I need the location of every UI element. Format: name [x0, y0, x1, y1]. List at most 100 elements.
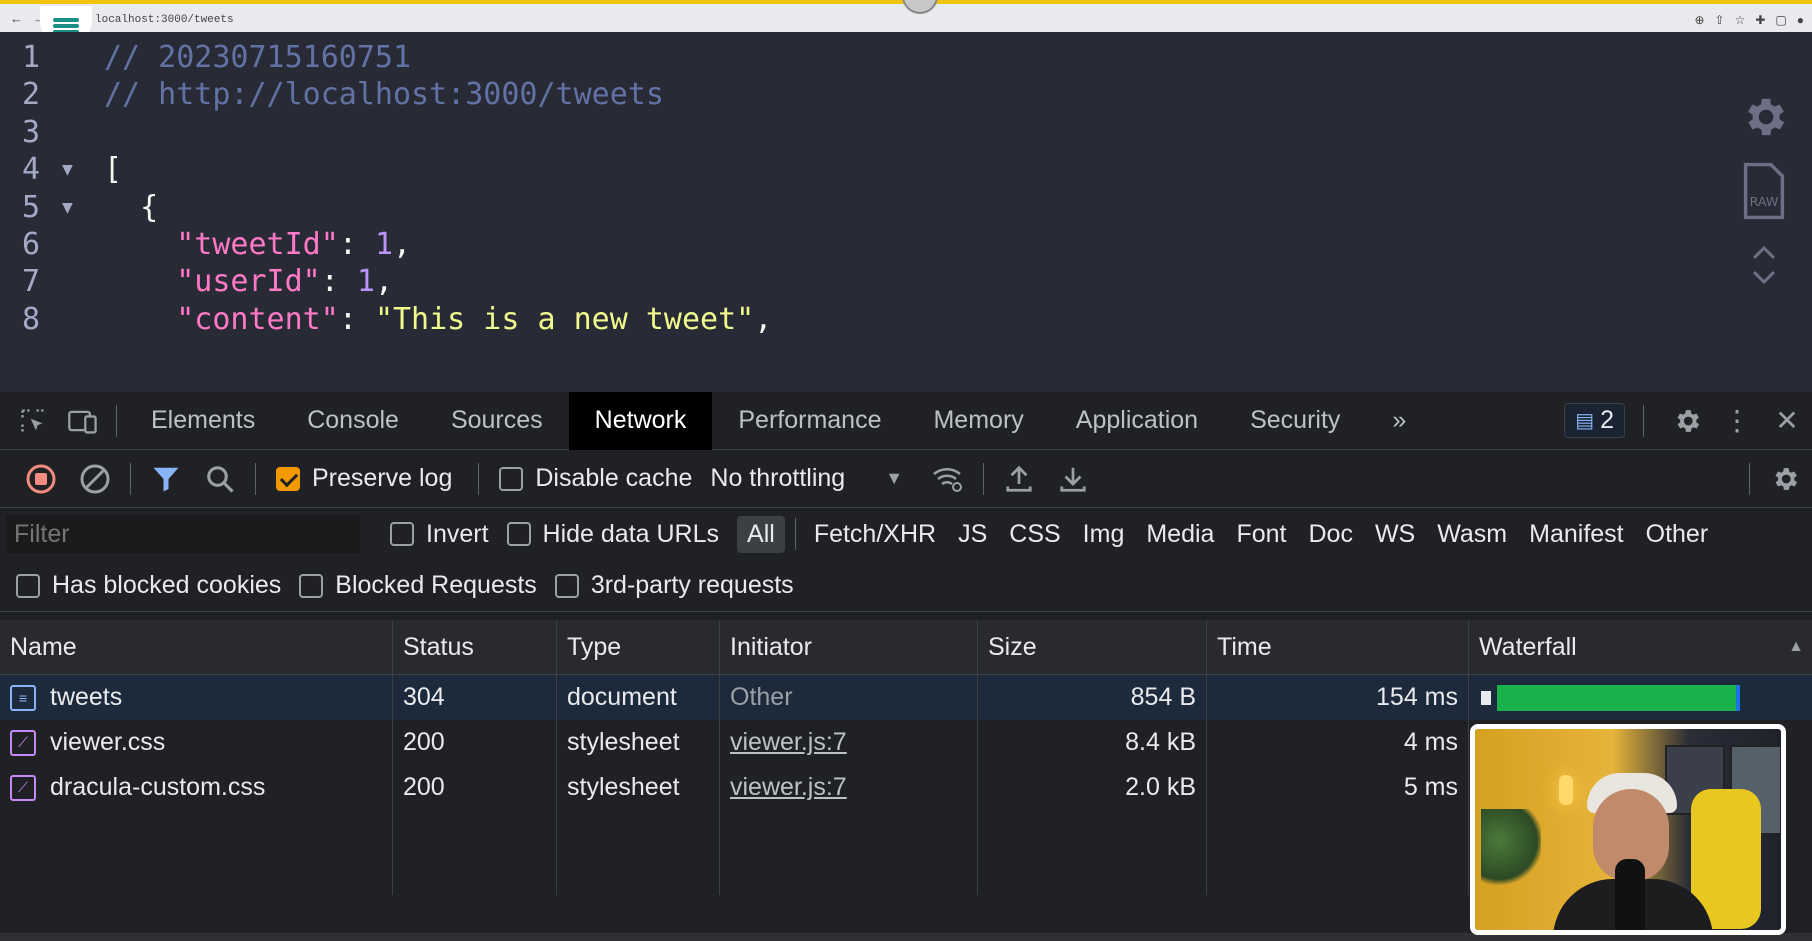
browser-topbar: ← → localhost:3000/tweets ⊕ ⇧ ☆ ✚ ▢ ●: [0, 0, 1812, 46]
initiator-text[interactable]: viewer.js:7: [730, 728, 847, 757]
filter-type-img[interactable]: Img: [1073, 516, 1135, 553]
blocked-requests-checkbox[interactable]: Blocked Requests: [299, 571, 537, 600]
sidebar-icon[interactable]: ▢: [1775, 13, 1786, 27]
column-size[interactable]: Size: [978, 620, 1207, 674]
extensions-icon[interactable]: ✚: [1755, 13, 1765, 27]
third-party-check[interactable]: [554, 573, 579, 598]
tab-elements[interactable]: Elements: [125, 392, 281, 450]
camera-notch: [902, 0, 938, 14]
lamp: [1559, 775, 1573, 805]
tab-network[interactable]: Network: [568, 391, 713, 450]
settings-gear-icon[interactable]: [1739, 92, 1789, 142]
cell-initiator[interactable]: viewer.js:7: [720, 720, 978, 765]
tab-security[interactable]: Security: [1224, 392, 1366, 450]
cell-type: document: [557, 675, 720, 720]
tab-console[interactable]: Console: [281, 392, 425, 450]
disable-cache-checkbox[interactable]: Disable cache: [499, 464, 692, 493]
column-initiator[interactable]: Initiator: [720, 620, 978, 674]
collapse-expand-icon[interactable]: [1749, 240, 1779, 290]
type-text: stylesheet: [567, 728, 680, 756]
column-time[interactable]: Time: [1207, 620, 1469, 674]
device-toolbar-icon[interactable]: [58, 392, 108, 450]
third-party-checkbox[interactable]: 3rd-party requests: [554, 571, 794, 600]
preserve-log-checkbox[interactable]: Preserve log: [276, 464, 452, 493]
share-icon[interactable]: ⇧: [1715, 13, 1725, 27]
line-number: 2: [21, 77, 40, 113]
has-blocked-cookies-checkbox[interactable]: Has blocked cookies: [16, 571, 281, 600]
code-text: "content": "This is a new tweet",: [104, 302, 772, 337]
filter-type-doc[interactable]: Doc: [1298, 516, 1362, 553]
name-text: tweets: [50, 683, 123, 711]
filter-type-media[interactable]: Media: [1136, 516, 1224, 553]
filter-type-ws[interactable]: WS: [1365, 516, 1425, 553]
line-number: 6: [21, 227, 40, 262]
webcam-overlay: [1470, 724, 1786, 935]
has-blocked-cookies-check[interactable]: [16, 573, 40, 598]
hide-data-urls-checkbox[interactable]: Hide data URLs: [506, 519, 720, 549]
filter-funnel-icon[interactable]: [139, 450, 193, 508]
blocked-requests-check[interactable]: [299, 573, 324, 598]
star-icon[interactable]: ☆: [1735, 13, 1746, 27]
invert-check[interactable]: [390, 522, 414, 546]
issues-badge[interactable]: ▤ 2: [1564, 403, 1625, 438]
code-text: {: [104, 190, 158, 225]
close-devtools-icon[interactable]: ✕: [1762, 392, 1812, 450]
hide-data-urls-label: Hide data URLs: [542, 519, 720, 548]
code-text: // http://localhost:3000/tweets: [104, 77, 664, 112]
raw-file-icon[interactable]: RAW: [1741, 162, 1787, 220]
filter-type-fetch-xhr[interactable]: Fetch/XHR: [804, 516, 946, 553]
address-bar[interactable]: localhost:3000/tweets: [95, 14, 234, 26]
line-number: 3: [21, 114, 40, 150]
filter-type-wasm[interactable]: Wasm: [1427, 516, 1517, 553]
column-type[interactable]: Type: [557, 620, 720, 674]
size-text: 854 B: [1130, 683, 1196, 711]
tab-performance[interactable]: Performance: [712, 392, 907, 450]
fold-toggle-icon[interactable]: ▼: [62, 197, 73, 218]
export-har-icon[interactable]: [1046, 450, 1100, 508]
filter-type-font[interactable]: Font: [1226, 516, 1296, 553]
code-token: "tweetId": [176, 227, 339, 262]
preserve-log-check[interactable]: [276, 466, 300, 491]
import-har-icon[interactable]: [992, 450, 1046, 508]
column-waterfall[interactable]: Waterfall ▲: [1469, 620, 1812, 674]
tab-application[interactable]: Application: [1050, 392, 1224, 450]
devtools-settings-icon[interactable]: [1662, 392, 1712, 450]
back-arrow-icon[interactable]: ←: [10, 11, 23, 26]
zoom-icon[interactable]: ⊕: [1694, 13, 1704, 27]
tab-sources[interactable]: Sources: [425, 392, 569, 450]
network-conditions-icon[interactable]: [921, 450, 975, 508]
record-stop-button[interactable]: [14, 450, 68, 508]
disable-cache-check[interactable]: [499, 466, 524, 491]
more-tabs-button[interactable]: »: [1366, 392, 1432, 450]
table-row[interactable]: ≡ tweets 304 document Other 854 B 154 ms: [0, 675, 1812, 720]
filter-type-css[interactable]: CSS: [999, 516, 1070, 553]
hide-data-urls-check[interactable]: [506, 522, 531, 546]
has-blocked-cookies-label: Has blocked cookies: [52, 571, 282, 599]
column-name[interactable]: Name: [0, 620, 393, 674]
empty-col: [978, 765, 1207, 895]
search-icon[interactable]: [193, 450, 247, 508]
fold-toggle-icon[interactable]: ▼: [62, 159, 73, 180]
type-text: document: [567, 683, 677, 711]
tab-memory[interactable]: Memory: [907, 392, 1049, 450]
filter-type-manifest[interactable]: Manifest: [1519, 516, 1633, 553]
document-icon: ≡: [10, 684, 36, 711]
filter-type-other[interactable]: Other: [1636, 516, 1719, 553]
clear-icon[interactable]: [68, 450, 122, 508]
filter-type-all[interactable]: All: [737, 515, 785, 553]
invert-checkbox[interactable]: Invert: [390, 520, 489, 549]
filter-input[interactable]: [6, 515, 360, 553]
cell-time: 154 ms: [1207, 675, 1469, 720]
kebab-menu-icon[interactable]: ⋮: [1712, 392, 1762, 450]
filter-type-js[interactable]: JS: [948, 516, 997, 553]
network-settings-icon[interactable]: [1758, 450, 1812, 508]
code-text: "userId": 1,: [104, 264, 393, 299]
throttling-select[interactable]: No throttling ▼: [710, 464, 903, 493]
code-text: [: [104, 152, 122, 187]
inspect-element-icon[interactable]: [8, 392, 58, 450]
column-status[interactable]: Status: [393, 620, 557, 674]
code-token: {: [104, 189, 159, 225]
profile-avatar[interactable]: ●: [1797, 13, 1804, 27]
blocked-requests-label: Blocked Requests: [335, 571, 537, 599]
